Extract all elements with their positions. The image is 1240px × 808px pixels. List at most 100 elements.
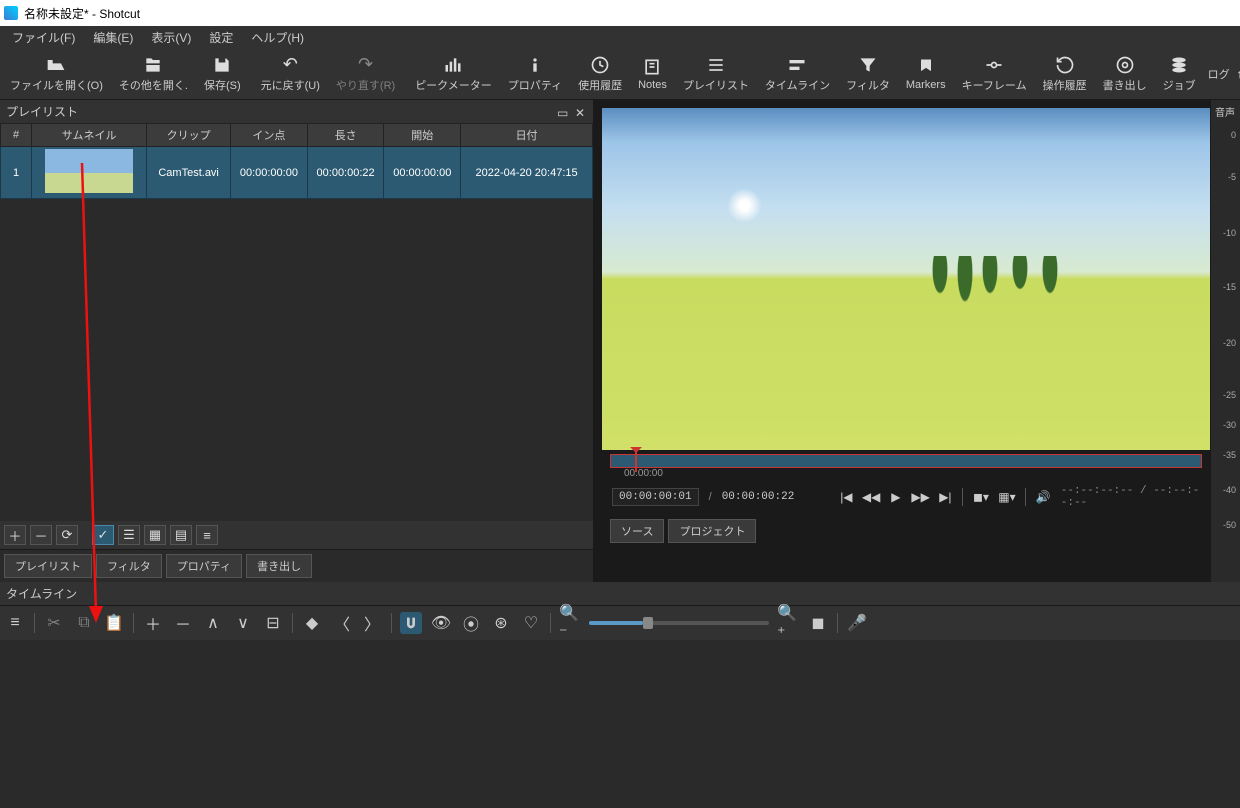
grid-icon[interactable]: ▦▾: [999, 489, 1015, 505]
scrub-audio-icon[interactable]: 👁: [430, 612, 452, 634]
marker-add-icon[interactable]: ◆: [301, 612, 323, 634]
playlist-body[interactable]: # サムネイル クリップ イン点 長さ 開始 日付 1 CamTest.avi …: [0, 123, 593, 521]
app-icon: [4, 6, 18, 20]
playlist-header: # サムネイル クリップ イン点 長さ 開始 日付: [1, 124, 593, 147]
ripple-markers-icon[interactable]: ♡: [520, 612, 542, 634]
timeline-icon: [787, 55, 807, 75]
timeline-tracks[interactable]: [0, 640, 1240, 808]
lift-icon[interactable]: ∧: [202, 612, 224, 634]
update-button[interactable]: ⟳: [56, 525, 78, 545]
undo-button[interactable]: ↶元に戻す(U): [253, 50, 328, 98]
tab-playlist[interactable]: プレイリスト: [4, 554, 92, 578]
copy-icon[interactable]: ⧉: [73, 612, 95, 634]
col-in[interactable]: イン点: [231, 124, 308, 147]
view-tiles-button[interactable]: ▦: [144, 525, 166, 545]
skip-start-icon[interactable]: |◀: [840, 489, 854, 505]
playlist-panel-title: プレイリスト ▭ ✕: [0, 100, 593, 123]
properties-button[interactable]: プロパティ: [500, 50, 570, 98]
col-num[interactable]: #: [1, 124, 32, 147]
playlist-row[interactable]: 1 CamTest.avi 00:00:00:00 00:00:00:22 00…: [1, 147, 593, 199]
markers-button[interactable]: Markers: [898, 50, 954, 98]
playlist-button[interactable]: プレイリスト: [675, 50, 757, 98]
remove-button[interactable]: －: [30, 525, 52, 545]
view-more-button[interactable]: ≡: [196, 525, 218, 545]
record-audio-icon[interactable]: 🎤: [846, 612, 868, 634]
col-start[interactable]: 開始: [384, 124, 461, 147]
append-icon[interactable]: ＋: [142, 612, 164, 634]
ophistory-button[interactable]: 操作履歴: [1035, 50, 1095, 98]
prev-marker-icon[interactable]: 〈: [331, 612, 353, 634]
ripple-all-icon[interactable]: ⊛: [490, 612, 512, 634]
redo-button[interactable]: ↷やり直す(R): [328, 50, 403, 98]
snap-icon[interactable]: [400, 612, 422, 634]
rewind-icon[interactable]: ◀◀: [863, 489, 879, 505]
menu-icon[interactable]: ≡: [4, 612, 26, 634]
filters-button[interactable]: フィルタ: [838, 50, 898, 98]
split-icon[interactable]: ⊟: [262, 612, 284, 634]
video-preview[interactable]: [602, 108, 1210, 450]
menu-settings[interactable]: 設定: [201, 27, 241, 48]
scrubber[interactable]: [610, 454, 1202, 468]
col-clip[interactable]: クリップ: [147, 124, 231, 147]
undock-icon[interactable]: ▭: [557, 106, 569, 118]
view-detail-button[interactable]: ▤: [170, 525, 192, 545]
col-thumb[interactable]: サムネイル: [32, 124, 147, 147]
log-button[interactable]: ログ: [1204, 50, 1234, 98]
remove-icon[interactable]: －: [172, 612, 194, 634]
open-button[interactable]: ファイルを開く(O): [2, 50, 111, 98]
preview-sun: [727, 188, 762, 223]
redo-icon: ↷: [356, 55, 376, 75]
peakmeter-button[interactable]: ピークメーター: [407, 50, 500, 98]
volume-icon[interactable]: 🔊: [1036, 489, 1051, 505]
tab-source[interactable]: ソース: [610, 519, 664, 543]
menu-edit[interactable]: 編集(E): [85, 27, 141, 48]
col-length[interactable]: 長さ: [307, 124, 384, 147]
skip-end-icon[interactable]: ▶|: [939, 489, 953, 505]
jobs-button[interactable]: ジョブ: [1155, 50, 1204, 98]
transport-bar: 00:00:00:01 / 00:00:00:22 |◀ ◀◀ ▶ ▶▶ ▶| …: [602, 479, 1210, 515]
save-button[interactable]: 保存(S): [196, 50, 249, 98]
ripple-icon[interactable]: ⦿: [460, 612, 482, 634]
view-list-button[interactable]: ☰: [118, 525, 140, 545]
tab-filters[interactable]: フィルタ: [96, 554, 162, 578]
next-marker-icon[interactable]: 〉: [361, 612, 383, 634]
menu-file[interactable]: ファイル(F): [4, 27, 83, 48]
close-icon[interactable]: ✕: [575, 106, 587, 118]
fastfwd-icon[interactable]: ▶▶: [913, 489, 929, 505]
playlist-panel: プレイリスト ▭ ✕ # サムネイル クリップ イン点 長さ 開始 日付: [0, 100, 594, 582]
paste-icon[interactable]: 📋: [103, 612, 125, 634]
color-button[interactable]: 色: [1234, 50, 1240, 98]
playlist-toolbar: ＋ － ⟳ ✓ ☰ ▦ ▤ ≡: [0, 521, 593, 549]
view-check-button[interactable]: ✓: [92, 525, 114, 545]
timeline-button[interactable]: タイムライン: [757, 50, 838, 98]
notes-button[interactable]: Notes: [630, 50, 675, 98]
folder-network-icon: [143, 55, 163, 75]
col-date[interactable]: 日付: [461, 124, 593, 147]
zoom-fit-timeline-icon[interactable]: ◼: [807, 612, 829, 634]
menu-view[interactable]: 表示(V): [143, 27, 199, 48]
keyframes-button[interactable]: キーフレーム: [954, 50, 1035, 98]
cell-in: 00:00:00:00: [231, 147, 308, 199]
middle-area: プレイリスト ▭ ✕ # サムネイル クリップ イン点 長さ 開始 日付: [0, 100, 1240, 582]
timeline-toolbar: ≡ ✂ ⧉ 📋 ＋ － ∧ ∨ ⊟ ◆ 〈 〉 👁 ⦿ ⊛ ♡ 🔍⁻ 🔍⁺ ◼ …: [0, 605, 1240, 640]
tab-props[interactable]: プロパティ: [166, 554, 242, 578]
zoom-in-icon[interactable]: 🔍⁺: [777, 612, 799, 634]
cut-icon[interactable]: ✂: [43, 612, 65, 634]
history-button[interactable]: 使用履歴: [570, 50, 630, 98]
add-button[interactable]: ＋: [4, 525, 26, 545]
tab-project[interactable]: プロジェクト: [668, 519, 756, 543]
zoom-thumb[interactable]: [643, 617, 653, 629]
zoom-out-icon[interactable]: 🔍⁻: [559, 612, 581, 634]
open-other-button[interactable]: その他を開く.: [111, 50, 196, 98]
play-icon[interactable]: ▶: [889, 489, 903, 505]
tab-export[interactable]: 書き出し: [246, 554, 312, 578]
menu-help[interactable]: ヘルプ(H): [243, 27, 312, 48]
menu-bar: ファイル(F) 編集(E) 表示(V) 設定 ヘルプ(H): [0, 26, 1240, 48]
zoom-fit-icon[interactable]: ◼▾: [973, 489, 989, 505]
current-time[interactable]: 00:00:00:01: [612, 488, 699, 506]
export-button[interactable]: 書き出し: [1095, 50, 1155, 98]
overwrite-icon[interactable]: ∨: [232, 612, 254, 634]
preview-panel: 00:00:00 00:00:00:01 / 00:00:00:22 |◀ ◀◀…: [594, 100, 1240, 582]
zoom-slider[interactable]: [589, 621, 769, 625]
playhead[interactable]: [635, 452, 637, 472]
